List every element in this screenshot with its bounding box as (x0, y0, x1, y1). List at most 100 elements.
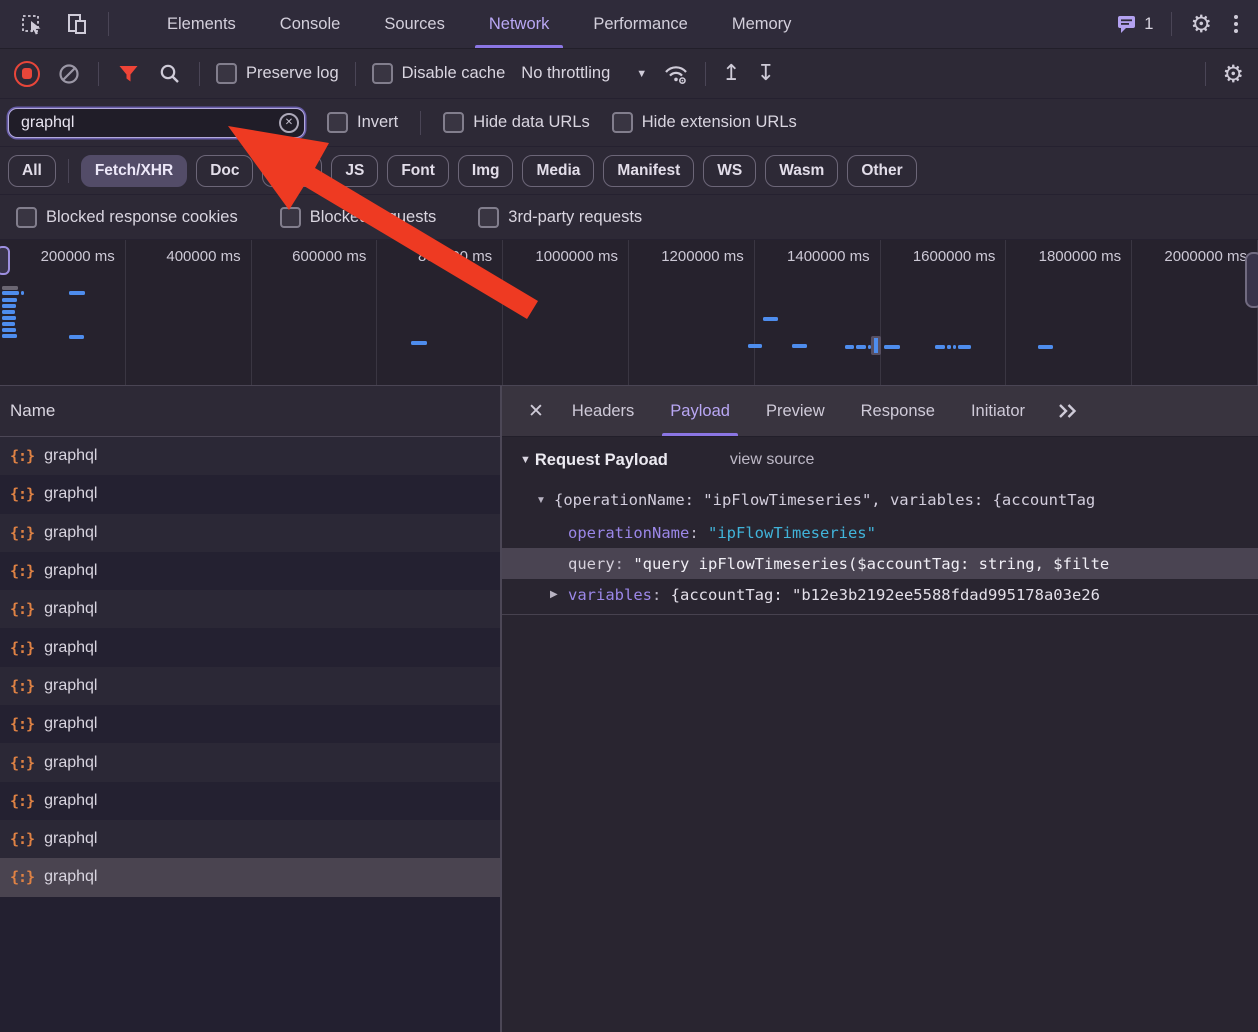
filter-chip-other[interactable]: Other (847, 154, 917, 187)
json-braces-icon: {:} (10, 830, 35, 849)
expand-arrow-icon[interactable]: ▶ (550, 589, 568, 600)
throttling-dropdown[interactable]: No throttling ▼ (521, 64, 647, 83)
filter-chip-all[interactable]: All (8, 154, 56, 187)
table-row[interactable]: {:} graphql (0, 743, 500, 782)
table-row[interactable]: {:} graphql (0, 590, 500, 629)
bottom-split: Name {:} graphql {:} graphql {:} graphql {:} gr… (0, 386, 1258, 1032)
export-har-icon[interactable]: ↧ (757, 62, 775, 85)
checkbox-label: Invert (357, 113, 399, 131)
timeline-scrollbar-nub[interactable] (1245, 252, 1258, 308)
request-payload-header: ▼ Request Payload view source (502, 437, 1258, 483)
filter-chip-doc[interactable]: Doc (196, 154, 254, 187)
filter-chip-fetch-xhr[interactable]: Fetch/XHR (80, 154, 188, 187)
clear-filter-icon[interactable]: ✕ (279, 112, 299, 133)
more-tabs-icon[interactable] (1043, 386, 1093, 436)
waterfall-bar (792, 344, 807, 348)
import-har-icon[interactable]: ↥ (722, 62, 740, 85)
payload-value: "query ipFlowTimeseries($accountTag: str… (633, 554, 1110, 573)
filter-chip-css[interactable]: CSS (262, 154, 323, 187)
table-row[interactable]: {:} graphql (0, 437, 500, 476)
kebab-menu-icon[interactable] (1230, 11, 1242, 37)
filter-chip-font[interactable]: Font (387, 154, 449, 187)
waterfall-bar (935, 345, 945, 349)
blocked-response-cookies-checkbox[interactable]: Blocked response cookies (16, 206, 238, 228)
table-row[interactable]: {:} graphql (0, 475, 500, 514)
hide-extension-urls-checkbox[interactable]: Hide extension URLs (611, 112, 797, 133)
invert-checkbox[interactable]: Invert (327, 112, 398, 133)
tab-payload[interactable]: Payload (652, 386, 748, 436)
table-row[interactable]: {:} graphql (0, 781, 500, 820)
table-row[interactable]: {:} graphql (0, 858, 500, 897)
waterfall-bar (953, 345, 956, 349)
table-row[interactable]: {:} graphql (0, 628, 500, 667)
tab-memory[interactable]: Memory (710, 0, 814, 48)
checkbox-label: Preserve log (246, 64, 339, 82)
payload-row-variables[interactable]: ▶ variables: {accountTag: "b12e3b2192ee55… (502, 579, 1258, 610)
filter-chip-media[interactable]: Media (522, 154, 595, 187)
waterfall-bar (411, 341, 427, 345)
tab-headers[interactable]: Headers (554, 386, 652, 436)
close-icon[interactable]: ✕ (518, 386, 554, 436)
collapse-arrow-icon[interactable]: ▼ (536, 495, 554, 506)
tab-network[interactable]: Network (467, 0, 572, 48)
waterfall-bar (2, 304, 16, 308)
checkbox-label: Disable cache (401, 64, 506, 82)
filter-chip-js[interactable]: JS (331, 154, 379, 187)
network-overview-timeline[interactable]: 200000 ms 400000 ms 600000 ms 800000 ms 1000… (0, 240, 1258, 386)
hide-data-urls-checkbox[interactable]: Hide data URLs (443, 112, 590, 133)
3rd-party-requests-checkbox[interactable]: 3rd-party requests (478, 206, 642, 228)
clear-icon[interactable] (56, 61, 82, 87)
payload-key: operationName (568, 523, 690, 542)
waterfall-bar (21, 291, 24, 295)
payload-preview-line[interactable]: ▼ {operationName: "ipFlowTimeseries", var… (502, 483, 1258, 517)
preserve-log-checkbox[interactable]: Preserve log (216, 63, 339, 84)
devtools-tabbar: Elements Console Sources Network Performance… (0, 0, 1258, 49)
filter-chip-img[interactable]: Img (457, 154, 514, 187)
filter-funnel-icon[interactable] (115, 61, 141, 87)
inspect-element-icon[interactable] (20, 11, 46, 37)
table-row[interactable]: {:} graphql (0, 513, 500, 552)
filter-chip-wasm[interactable]: Wasm (765, 154, 839, 187)
device-toolbar-icon[interactable] (64, 11, 90, 37)
json-braces-icon: {:} (10, 676, 35, 695)
collapse-arrow-icon[interactable]: ▼ (520, 454, 531, 466)
table-row[interactable]: {:} graphql (0, 666, 500, 706)
request-name: graphql (44, 791, 98, 809)
name-column-header[interactable]: Name (0, 386, 500, 437)
search-icon[interactable] (157, 61, 183, 87)
network-settings-gear-icon[interactable]: ⚙ (1222, 62, 1244, 86)
blocked-requests-checkbox[interactable]: Blocked requests (279, 206, 436, 228)
payload-colon: : (652, 585, 671, 604)
record-button[interactable] (14, 60, 40, 87)
advanced-filters-row: Blocked response cookies Blocked requests… (0, 195, 1258, 240)
tab-response[interactable]: Response (843, 386, 953, 436)
request-name: graphql (44, 753, 98, 771)
view-source-link[interactable]: view source (730, 451, 814, 469)
timeline-left-handle[interactable] (0, 246, 10, 275)
filter-input[interactable] (8, 107, 305, 138)
issues-button[interactable]: 1 (1117, 15, 1153, 34)
tab-performance[interactable]: Performance (571, 0, 709, 48)
tab-initiator[interactable]: Initiator (953, 386, 1043, 436)
waterfall-bar (2, 322, 15, 326)
payload-row-query[interactable]: query: "query ipFlowTimeseries($accountT… (502, 548, 1258, 579)
tab-elements[interactable]: Elements (145, 0, 258, 48)
request-name: graphql (44, 600, 98, 618)
settings-gear-icon[interactable]: ⚙ (1190, 12, 1212, 36)
waterfall-bar (2, 298, 17, 302)
table-row[interactable]: {:} graphql (0, 551, 500, 591)
tab-preview[interactable]: Preview (748, 386, 843, 436)
disable-cache-checkbox[interactable]: Disable cache (371, 63, 506, 84)
network-conditions-icon[interactable] (663, 61, 689, 87)
marker-bar (874, 338, 878, 353)
tab-sources[interactable]: Sources (362, 0, 467, 48)
checkbox-box (327, 112, 348, 133)
table-row[interactable]: {:} graphql (0, 705, 500, 744)
waterfall-bar (2, 316, 16, 320)
filter-chip-manifest[interactable]: Manifest (603, 154, 695, 187)
table-row[interactable]: {:} graphql (0, 819, 500, 859)
filter-chip-ws[interactable]: WS (703, 154, 757, 187)
payload-colon: : (689, 523, 708, 542)
tab-console[interactable]: Console (258, 0, 363, 48)
payload-row-operationname[interactable]: operationName: "ipFlowTimeseries" (502, 517, 1258, 548)
